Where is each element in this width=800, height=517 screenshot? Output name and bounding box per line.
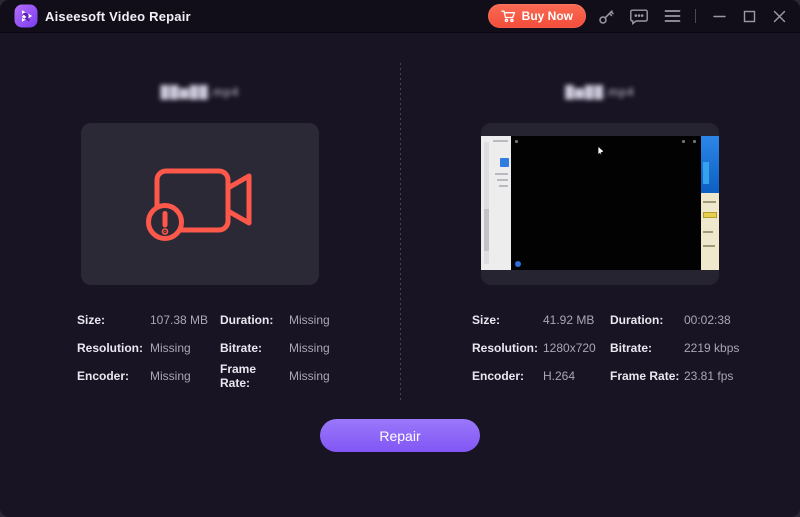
thumbnail-explorer-panel (481, 136, 511, 270)
meta-label: Encoder: (472, 369, 543, 383)
player-badge-icon (515, 261, 521, 267)
meta-value: 1280x720 (543, 341, 610, 355)
meta-value: Missing (289, 369, 400, 383)
meta-value: 23.81 fps (684, 369, 800, 383)
thumbnail-text-line (493, 140, 508, 142)
thumbnail-text-line (703, 245, 715, 247)
thumbnail-desktop-strip (701, 136, 719, 270)
feedback-icon[interactable] (626, 3, 652, 29)
meta-label: Frame Rate: (610, 369, 684, 383)
meta-label: Size: (77, 313, 150, 327)
title-bar: Aiseesoft Video Repair Buy Now (0, 0, 800, 33)
menu-icon[interactable] (659, 3, 685, 29)
titlebar-separator (695, 9, 696, 23)
meta-label: Frame Rate: (220, 362, 289, 390)
meta-label: Bitrate: (610, 341, 684, 355)
meta-value: 41.92 MB (543, 313, 610, 327)
thumbnail-text-line (703, 201, 716, 203)
cart-icon (501, 9, 516, 23)
thumbnail-highlight (703, 212, 717, 218)
video-thumbnail (481, 123, 719, 285)
player-dot-icon (515, 140, 518, 143)
thumbnail-scrollbar-thumb (484, 209, 489, 250)
thumbnail-text-line (497, 179, 508, 181)
mouse-cursor-icon (598, 147, 603, 155)
close-icon[interactable] (766, 3, 792, 29)
panel-divider (400, 63, 401, 403)
app-window: Aiseesoft Video Repair Buy Now (0, 0, 800, 517)
player-dot-icon (682, 140, 685, 143)
minimize-icon[interactable] (706, 3, 732, 29)
meta-label: Bitrate: (220, 341, 289, 355)
meta-value: Missing (289, 313, 400, 327)
repair-button[interactable]: Repair (320, 419, 480, 452)
register-key-icon[interactable] (593, 3, 619, 29)
meta-label: Encoder: (77, 369, 150, 383)
meta-label: Resolution: (77, 341, 150, 355)
broken-file-name: ██▆██.mp4 (0, 85, 400, 99)
thumbnail-window-fragment (703, 162, 709, 184)
meta-value: Missing (150, 369, 220, 383)
buy-now-button[interactable]: Buy Now (488, 4, 586, 28)
thumbnail-file-icon (500, 158, 509, 167)
meta-label: Duration: (220, 313, 289, 327)
thumbnail-text-line (495, 173, 508, 175)
meta-value: 2219 kbps (684, 341, 800, 355)
meta-label: Size: (472, 313, 543, 327)
thumbnail-desktop-blue (701, 136, 719, 193)
broken-video-icon (146, 167, 254, 241)
file-metadata: Size:41.92 MBDuration:00:02:38 Resolution… (400, 306, 800, 390)
thumbnail-player-area (511, 136, 701, 270)
app-logo-icon (14, 4, 38, 28)
meta-label: Duration: (610, 313, 684, 327)
thumbnail-text-line (499, 185, 508, 187)
maximize-icon[interactable] (736, 3, 762, 29)
thumbnail-document-panel (701, 193, 719, 270)
thumbnail-content (481, 136, 719, 270)
meta-value: 107.38 MB (150, 313, 220, 327)
thumbnail-letterbox-top (481, 123, 719, 136)
buy-now-label: Buy Now (522, 9, 573, 23)
thumbnail-text-line (703, 231, 713, 233)
player-dot-icon (693, 140, 696, 143)
file-metadata: Size:107.38 MBDuration:MissingResolution… (0, 306, 400, 390)
meta-value: Missing (289, 341, 400, 355)
meta-value: 00:02:38 (684, 313, 800, 327)
video-thumbnail-card (481, 123, 719, 285)
thumbnail-scrollbar (484, 142, 489, 264)
meta-label: Resolution: (472, 341, 543, 355)
thumbnail-letterbox-bottom (481, 270, 719, 285)
sample-file-name: █▆██.mp4 (400, 85, 800, 99)
meta-value: H.264 (543, 369, 610, 383)
app-title: Aiseesoft Video Repair (45, 9, 191, 24)
broken-video-card (81, 123, 319, 285)
meta-value: Missing (150, 341, 220, 355)
